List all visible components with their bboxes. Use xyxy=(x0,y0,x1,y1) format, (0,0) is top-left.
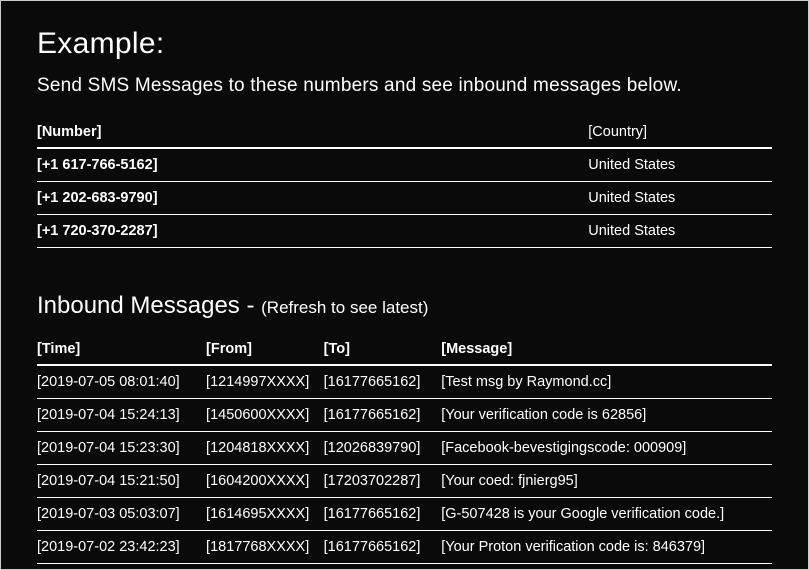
table-row: [+1 720-370-2287] United States xyxy=(37,215,772,248)
cell-to: [16177665162] xyxy=(324,399,442,432)
cell-time: [2019-07-02 23:42:23] xyxy=(37,531,206,564)
header-message: [Message] xyxy=(441,334,772,365)
cell-from: [1614695XXXX] xyxy=(206,498,324,531)
cell-from: [1817768XXXX] xyxy=(206,531,324,564)
cell-to: [16177665162] xyxy=(324,498,442,531)
cell-to: [12026839790] xyxy=(324,432,442,465)
app-panel: Example: Send SMS Messages to these numb… xyxy=(0,0,809,570)
header-from: [From] xyxy=(206,334,324,365)
cell-message: [Your verification code is 62856] xyxy=(441,399,772,432)
cell-from: [1204818XXXX] xyxy=(206,432,324,465)
cell-time: [2019-07-04 15:23:30] xyxy=(37,432,206,465)
cell-to: [17203702287] xyxy=(324,465,442,498)
messages-table: [Time] [From] [To] [Message] [2019-07-05… xyxy=(37,334,772,564)
example-subtitle: Send SMS Messages to these numbers and s… xyxy=(37,75,772,97)
header-time: [Time] xyxy=(37,334,206,365)
inbound-title-text: Inbound Messages - xyxy=(37,292,261,319)
country: United States xyxy=(588,182,772,215)
example-heading: Example: xyxy=(37,27,772,61)
cell-time: [2019-07-05 08:01:40] xyxy=(37,365,206,399)
header-to: [To] xyxy=(324,334,442,365)
cell-to: [16177665162] xyxy=(324,365,442,399)
cell-message: [Facebook-bevestigingscode: 000909] xyxy=(441,432,772,465)
table-row: [2019-07-04 15:24:13] [1450600XXXX] [161… xyxy=(37,399,772,432)
cell-message: [G-507428 is your Google verification co… xyxy=(441,498,772,531)
inbound-hint: (Refresh to see latest) xyxy=(261,298,428,317)
cell-from: [1450600XXXX] xyxy=(206,399,324,432)
phone-number: [+1 617-766-5162] xyxy=(37,148,588,182)
table-header-row: [Time] [From] [To] [Message] xyxy=(37,334,772,365)
cell-time: [2019-07-04 15:24:13] xyxy=(37,399,206,432)
inbound-section: Inbound Messages - (Refresh to see lates… xyxy=(37,292,772,564)
phone-number: [+1 202-683-9790] xyxy=(37,182,588,215)
cell-from: [1214997XXXX] xyxy=(206,365,324,399)
cell-message: [Your coed: fjnierg95] xyxy=(441,465,772,498)
cell-time: [2019-07-03 05:03:07] xyxy=(37,498,206,531)
cell-message: [Test msg by Raymond.cc] xyxy=(441,365,772,399)
table-row: [2019-07-04 15:21:50] [1604200XXXX] [172… xyxy=(37,465,772,498)
table-row: [+1 617-766-5162] United States xyxy=(37,148,772,182)
header-number: [Number] xyxy=(37,117,588,148)
numbers-table: [Number] [Country] [+1 617-766-5162] Uni… xyxy=(37,117,772,248)
cell-from: [1604200XXXX] xyxy=(206,465,324,498)
table-row: [2019-07-03 05:03:07] [1614695XXXX] [161… xyxy=(37,498,772,531)
cell-time: [2019-07-04 15:21:50] xyxy=(37,465,206,498)
cell-message: [Your Proton verification code is: 84637… xyxy=(441,531,772,564)
phone-number: [+1 720-370-2287] xyxy=(37,215,588,248)
table-row: [2019-07-04 15:23:30] [1204818XXXX] [120… xyxy=(37,432,772,465)
table-row: [2019-07-05 08:01:40] [1214997XXXX] [161… xyxy=(37,365,772,399)
table-row: [+1 202-683-9790] United States xyxy=(37,182,772,215)
country: United States xyxy=(588,148,772,182)
cell-to: [16177665162] xyxy=(324,531,442,564)
table-header-row: [Number] [Country] xyxy=(37,117,772,148)
header-country: [Country] xyxy=(588,117,772,148)
country: United States xyxy=(588,215,772,248)
inbound-heading: Inbound Messages - (Refresh to see lates… xyxy=(37,292,772,320)
table-row: [2019-07-02 23:42:23] [1817768XXXX] [161… xyxy=(37,531,772,564)
